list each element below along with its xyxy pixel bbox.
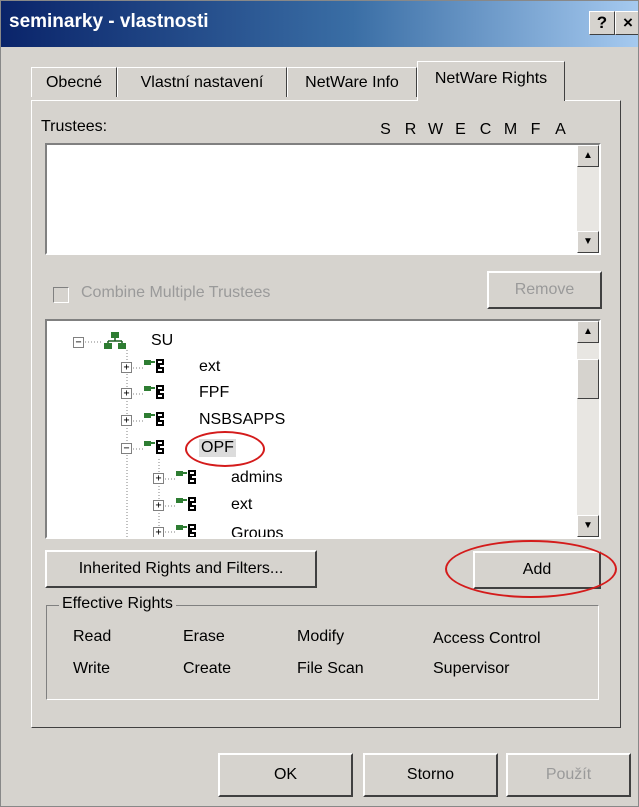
rights-column-header: SRWECMFA [373, 121, 573, 139]
org-unit-icon [144, 385, 164, 399]
scroll-up-icon[interactable]: ▲ [577, 321, 599, 343]
opf-annotation-circle [185, 431, 265, 467]
expand-icon[interactable]: + [153, 473, 164, 484]
scroll-down-icon[interactable]: ▼ [577, 231, 599, 253]
combine-checkbox[interactable] [53, 287, 69, 303]
scroll-up-icon[interactable]: ▲ [577, 145, 599, 167]
right-f-label: F [530, 121, 541, 138]
tree-lines [79, 341, 175, 537]
effective-rights-group [46, 605, 599, 700]
inherited-rights-button[interactable]: Inherited Rights and Filters... [45, 550, 317, 588]
expand-icon[interactable]: + [153, 527, 164, 537]
effective-rights-title: Effective Rights [59, 595, 176, 613]
scroll-thumb[interactable] [577, 359, 599, 399]
trustees-label: Trustees: [41, 118, 108, 135]
tree-item-groups[interactable]: Groups [231, 525, 283, 537]
right-erase: Erase [183, 628, 225, 645]
tab-strip: Obecné Vlastní nastavení NetWare Info Ne… [31, 61, 621, 101]
expand-icon[interactable]: + [121, 415, 132, 426]
properties-dialog: seminarky - vlastnosti ? × Obecné Vlastn… [0, 0, 639, 807]
right-write: Write [73, 660, 111, 677]
right-supervisor: Supervisor [433, 660, 510, 677]
combine-label: Combine Multiple Trustees [81, 284, 271, 301]
tree-scrollbar[interactable]: ▲ ▼ [577, 321, 599, 537]
expand-icon[interactable]: + [121, 388, 132, 399]
collapse-icon[interactable]: − [121, 443, 132, 454]
cancel-button[interactable]: Storno [363, 753, 498, 797]
right-w-label: W [427, 121, 444, 138]
right-e-label: E [455, 121, 466, 138]
right-m-label: M [503, 121, 518, 138]
title-bar[interactable]: seminarky - vlastnosti ? × [1, 1, 638, 47]
trustees-scrollbar[interactable]: ▲ ▼ [577, 145, 599, 253]
right-a-label: A [555, 121, 566, 138]
add-annotation-circle [445, 540, 617, 598]
tree-root-icon [104, 332, 126, 349]
org-unit-icon [144, 440, 164, 454]
window-title: seminarky - vlastnosti [9, 11, 209, 32]
tab-obecne[interactable]: Obecné [31, 67, 117, 97]
remove-button[interactable]: Remove [487, 271, 602, 309]
org-unit-icon [176, 497, 196, 511]
org-unit-icon [176, 470, 196, 484]
close-button[interactable]: × [615, 11, 638, 35]
trustees-list[interactable]: ▲ ▼ [45, 143, 601, 255]
apply-button[interactable]: Použít [506, 753, 631, 797]
tree-view[interactable]: ▲ ▼ − SU + ext + FPF + NSBSAPPS − OPF + … [45, 319, 601, 539]
tab-vlastni-nastaveni[interactable]: Vlastní nastavení [117, 67, 287, 97]
expand-icon[interactable]: + [121, 362, 132, 373]
tree-item-ext[interactable]: ext [199, 358, 220, 376]
expand-icon[interactable]: + [153, 500, 164, 511]
ok-button[interactable]: OK [218, 753, 353, 797]
tree-item-admins[interactable]: admins [231, 469, 283, 487]
right-r-label: R [404, 121, 417, 138]
tree-item-ext-child[interactable]: ext [231, 496, 252, 514]
org-unit-icon [176, 524, 196, 537]
help-button[interactable]: ? [589, 11, 615, 35]
right-modify: Modify [297, 628, 345, 645]
right-create: Create [183, 660, 232, 677]
collapse-icon[interactable]: − [73, 337, 84, 348]
tree-item-su[interactable]: SU [151, 332, 173, 350]
right-access-control: Access Control [433, 630, 541, 647]
tab-netware-info[interactable]: NetWare Info [287, 67, 417, 97]
tree-item-nsbsapps[interactable]: NSBSAPPS [199, 411, 285, 429]
tree-item-fpf[interactable]: FPF [199, 384, 229, 402]
right-c-label: C [479, 121, 492, 138]
right-read: Read [73, 628, 112, 645]
org-unit-icon [144, 359, 164, 373]
tab-netware-rights[interactable]: NetWare Rights [417, 61, 565, 101]
right-s-label: S [380, 121, 391, 138]
right-file-scan: File Scan [297, 660, 364, 677]
scroll-down-icon[interactable]: ▼ [577, 515, 599, 537]
org-unit-icon [144, 412, 164, 426]
